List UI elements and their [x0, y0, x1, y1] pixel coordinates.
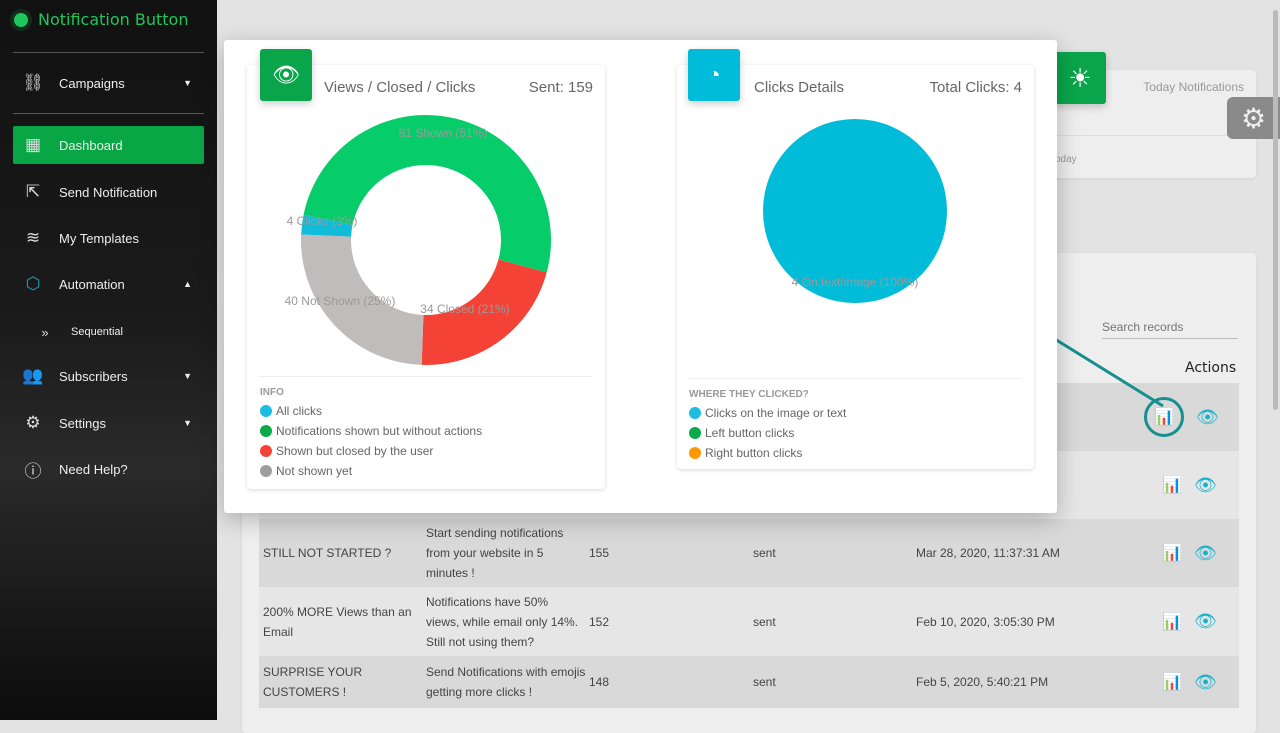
- legend-item: Left button clicks: [689, 423, 846, 443]
- legend-item: Not shown yet: [260, 461, 482, 481]
- legend-dot-icon: [689, 447, 701, 459]
- views-legend: INFO All clicks Notifications shown but w…: [260, 387, 482, 481]
- pie-chart-icon: ◔: [688, 49, 740, 101]
- legend-dot-icon: [689, 407, 701, 419]
- legend-dot-icon: [260, 425, 272, 437]
- legend-item: Notifications shown but without actions: [260, 421, 482, 441]
- slice-label: 34 Closed (21%): [420, 302, 509, 316]
- legend-dot-icon: [689, 427, 701, 439]
- stats-modal: Views / Closed / Clicks Sent: 159 34 Clo…: [224, 40, 1057, 513]
- slice-label: 81 Shown (51%): [399, 126, 488, 140]
- legend-item: Clicks on the image or text: [689, 403, 846, 423]
- eye-icon: 👁: [260, 49, 312, 101]
- slice-label: 4 Clicks (3%): [287, 214, 358, 228]
- legend-dot-icon: [260, 405, 272, 417]
- legend-item: Right button clicks: [689, 443, 846, 463]
- legend-dot-icon: [260, 445, 272, 457]
- slice-label: 4 On text/image (100%): [792, 275, 919, 289]
- legend-item: Shown but closed by the user: [260, 441, 482, 461]
- clicks-legend: WHERE THEY CLICKED? Clicks on the image …: [689, 389, 846, 463]
- legend-item: All clicks: [260, 401, 482, 421]
- legend-dot-icon: [260, 465, 272, 477]
- clicks-pie-chart: 4 On text/image (100%): [763, 119, 947, 303]
- clicks-card: Clicks Details Total Clicks: 4 4 On text…: [677, 65, 1034, 469]
- views-donut-chart: 34 Closed (21%) 40 Not Shown (25%) 4 Click…: [285, 115, 551, 366]
- views-card: Views / Closed / Clicks Sent: 159 34 Clo…: [247, 65, 605, 489]
- slice-label: 40 Not Shown (25%): [285, 294, 396, 308]
